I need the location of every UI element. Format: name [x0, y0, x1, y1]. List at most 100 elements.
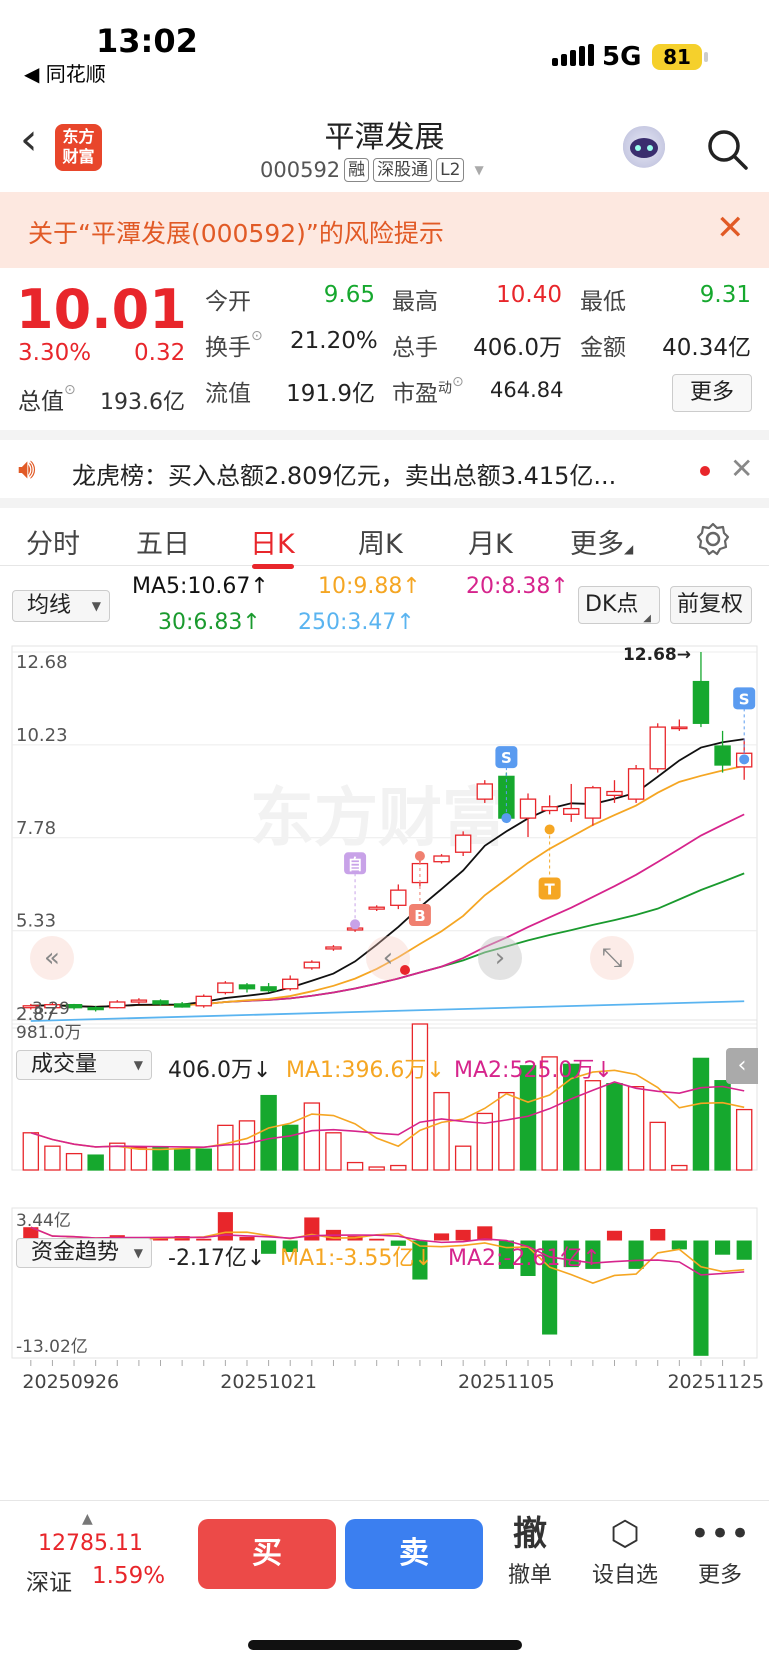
volume-indicator-select[interactable]: 成交量 ▼ — [16, 1050, 152, 1080]
index-name[interactable]: 深证 — [26, 1563, 72, 1597]
marker-sell-dot — [739, 754, 750, 765]
volume-bar — [130, 1147, 148, 1171]
volume-bar — [671, 1164, 688, 1171]
candle-body — [649, 726, 666, 770]
unread-dot — [700, 466, 710, 476]
amount-label: 金额 — [580, 335, 626, 361]
home-indicator — [248, 1640, 522, 1650]
chevron-down-icon: ▼ — [474, 163, 484, 177]
marker-sell-dot — [501, 813, 512, 824]
expand-icon[interactable]: ▲ — [82, 1511, 93, 1527]
dk-point-button[interactable]: DK点 ◢ — [578, 586, 660, 624]
fund-panel-frame — [11, 1207, 758, 1359]
total-cap-label: 总值⊙ — [18, 382, 76, 415]
fund-bar — [628, 1240, 644, 1269]
candle-body — [368, 906, 385, 910]
volume-bar — [346, 1161, 364, 1171]
close-icon[interactable]: ✕ — [716, 208, 745, 248]
more-label: 更多 — [697, 1563, 742, 1588]
candle-body — [282, 978, 299, 990]
add-watchlist-button[interactable]: ⬡ 设自选 — [585, 1511, 665, 1589]
volume-bar — [65, 1152, 83, 1171]
candle-body — [109, 1001, 126, 1009]
dragon-tiger-text: 龙虎榜：买入总额2.809亿元，卖出总额3.415亿... — [72, 462, 617, 490]
search-icon[interactable] — [706, 128, 750, 172]
network-type: 5G — [602, 42, 642, 72]
fund-ma1: MA1:-3.55亿↓ — [280, 1246, 433, 1271]
index-percent[interactable]: 1.59% — [92, 1563, 165, 1589]
adjust-button[interactable]: 前复权 — [670, 586, 752, 624]
tab-monthly-k[interactable]: 月K — [468, 522, 513, 561]
date-label: 20251021 — [220, 1371, 317, 1393]
volume-label: 总手 — [392, 335, 438, 361]
assistant-robot-icon[interactable] — [620, 126, 668, 172]
tab-daily-k[interactable]: 日K — [250, 522, 295, 561]
caret-down-icon: ▼ — [133, 1058, 143, 1072]
stock-code-row[interactable]: 000592 融 深股通 L2 ▼ — [260, 158, 484, 182]
volume-bar — [692, 1057, 710, 1171]
collapse-icon[interactable]: ‹ — [726, 1048, 758, 1084]
candle-body — [325, 946, 342, 950]
kline-chart-area[interactable]: 东方财富 自 B S T S «‹ › ⤡ 12.68 10.23 7.78 5.33 2.87 12.… — [0, 640, 769, 1500]
caret-down-icon: ▼ — [133, 1246, 143, 1260]
indicator-mode-select[interactable]: 均线 ▼ — [12, 590, 110, 622]
marker-buy-label: B — [414, 907, 425, 925]
index-value[interactable]: 12785.11 — [38, 1531, 143, 1556]
cancel-order-button[interactable]: 撤 撤单 — [490, 1511, 570, 1589]
volume-bar — [390, 1164, 407, 1171]
tab-more[interactable]: 更多◢ — [570, 522, 633, 561]
back-to-app-link[interactable]: ◀ 同花顺 — [24, 58, 106, 87]
watchlist-icon: ⬡ — [610, 1514, 640, 1554]
candle-body — [541, 806, 558, 812]
ma250-value: 250:3.47↑ — [298, 610, 415, 635]
buy-button[interactable]: 买 — [198, 1519, 336, 1589]
pe-label: 市盈动⊙ — [392, 374, 464, 407]
status-bar: 13:02 ◀ 同花顺 5G 81 — [0, 0, 769, 100]
volume-bar — [22, 1132, 40, 1171]
turnover-label: 换手⊙ — [205, 328, 263, 361]
change-percent: 3.30% — [18, 340, 92, 366]
fund-bar — [433, 1233, 450, 1241]
dragon-tiger-banner[interactable]: 🔊︎ 龙虎榜：买入总额2.809亿元，卖出总额3.415亿... ✕ — [0, 430, 769, 496]
candle-body — [714, 745, 731, 766]
more-quote-button[interactable]: 更多 — [672, 374, 752, 412]
candle-body — [152, 1000, 169, 1005]
info-icon[interactable]: ⊙ — [64, 382, 76, 398]
fund-bar — [671, 1240, 687, 1250]
corner-caret-icon: ◢ — [624, 542, 634, 556]
fund-bar — [455, 1229, 471, 1241]
battery-icon: 81 — [652, 44, 702, 70]
volume-bar — [282, 1124, 299, 1171]
sell-button[interactable]: 卖 — [345, 1519, 483, 1589]
tab-five-day[interactable]: 五日 — [136, 522, 190, 561]
gear-icon[interactable] — [696, 522, 730, 556]
info-icon[interactable]: ⊙ — [251, 328, 263, 344]
more-button[interactable]: ••• 更多 — [680, 1511, 760, 1589]
candle-body — [87, 1007, 104, 1011]
marker-t-label: T — [545, 880, 556, 898]
volume-bar — [44, 1145, 61, 1171]
low-label: 最低 — [580, 289, 626, 315]
marker-buy-dot — [414, 851, 425, 862]
ma20-value: 20:8.38↑ — [466, 574, 569, 599]
candle-body — [411, 862, 429, 884]
candle-body — [584, 787, 602, 819]
fund-bar — [650, 1228, 666, 1241]
ma5-value: MA5:10.67↑ — [132, 574, 269, 599]
candle-body — [217, 982, 234, 994]
tab-intraday[interactable]: 分时 — [26, 522, 80, 561]
marker-self-label: 自 — [348, 855, 363, 873]
volume-bar — [649, 1121, 666, 1171]
turnover-value: 21.20% — [290, 328, 378, 354]
float-cap-value: 191.9亿 — [286, 381, 375, 407]
change-amount: 0.32 — [134, 340, 186, 366]
close-icon[interactable]: ✕ — [730, 452, 753, 485]
risk-banner[interactable]: 关于“平潭发展(000592)”的风险提示 ✕ — [0, 192, 769, 268]
volume-bar — [217, 1124, 234, 1171]
volume-bar — [87, 1154, 104, 1171]
volume-bar — [325, 1132, 342, 1171]
fund-indicator-select[interactable]: 资金趋势 ▼ — [16, 1238, 152, 1268]
current-position-dot — [400, 965, 410, 975]
tab-weekly-k[interactable]: 周K — [358, 522, 403, 561]
info-icon[interactable]: ⊙ — [452, 374, 464, 390]
